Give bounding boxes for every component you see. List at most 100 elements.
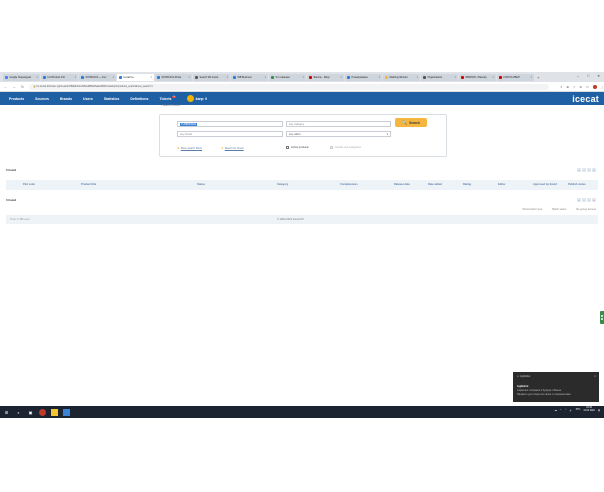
batch-select-link[interactable]: Batch select <box>552 208 566 211</box>
tab-close-icon[interactable]: × <box>113 76 114 79</box>
editor-select[interactable]: Any editor ▾ <box>286 131 391 137</box>
app-icon[interactable] <box>63 408 70 416</box>
maximize-button[interactable]: □ <box>587 74 589 78</box>
part-code-input[interactable]: TU38003202 <box>177 121 283 127</box>
tab-close-icon[interactable]: × <box>493 76 494 79</box>
browser-tab[interactable]: Search Wit Icecat × <box>193 73 230 81</box>
pager-first-button[interactable]: « <box>577 168 581 172</box>
user-menu[interactable]: karp: 0 <box>186 95 207 102</box>
nav-sources[interactable]: Sources <box>35 97 49 101</box>
network-icon[interactable]: ⌔ <box>565 409 567 412</box>
icecat-logo[interactable]: icecat <box>572 92 599 105</box>
browser-tab[interactable]: SOHAKAYA — Icec × <box>79 73 116 81</box>
profile-avatar-icon[interactable] <box>592 84 597 89</box>
pager-prev-button[interactable]: ‹ <box>582 168 586 172</box>
minimize-button[interactable]: – <box>577 74 579 78</box>
col-completeness[interactable]: Completeness <box>340 180 358 190</box>
more-filters-link[interactable]: ★ More search filters <box>177 146 202 150</box>
show-batch-input-link[interactable]: Show batch input <box>522 208 542 211</box>
feedback-side-tab[interactable] <box>600 311 604 324</box>
language-indicator[interactable]: РУС <box>576 409 581 411</box>
include-sub-option[interactable]: Include sub categories <box>330 146 361 149</box>
forward-icon[interactable]: → <box>13 85 17 89</box>
tab-close-icon[interactable]: × <box>417 76 418 79</box>
zoom-icon[interactable]: ⊕ <box>566 85 569 89</box>
active-products-checkbox[interactable] <box>286 146 289 149</box>
report-for-brand-link[interactable]: ★ Report for brand <box>221 146 244 150</box>
col-rating[interactable]: Rating <box>463 180 471 190</box>
browser-tab[interactable]: Markting Wonder × <box>383 73 420 81</box>
notification-center-icon[interactable]: ▤ <box>598 409 600 412</box>
back-icon[interactable]: ← <box>4 85 8 89</box>
browser-tab[interactable]: Фасоль - Мкпр × <box>307 73 344 81</box>
category-input[interactable]: Any category <box>286 121 391 127</box>
clock[interactable]: 10:44 12.04.2022 <box>583 407 595 413</box>
close-icon[interactable]: ✕ <box>594 375 596 378</box>
include-sub-checkbox[interactable] <box>330 146 333 149</box>
sidebar-icon[interactable]: ▭ <box>586 85 589 89</box>
breadcrumb-current[interactable]: Search product <box>163 104 181 107</box>
tab-close-icon[interactable]: × <box>341 76 342 79</box>
col-product-title[interactable]: Product title <box>81 180 96 190</box>
col-approved-by-brand[interactable]: Approved by brand <box>533 180 557 190</box>
col-date-added[interactable]: Date added <box>428 180 442 190</box>
extensions-icon[interactable]: ⧉ <box>580 85 582 89</box>
browser-tab[interactable]: Google Переводчик × <box>3 73 40 81</box>
browser-tab[interactable]: ИВАНИЯ - Ювелир × <box>459 73 496 81</box>
url-field[interactable]: 🔒 bo.icecat.biz/index.cgi?sessid=8f6a0b1… <box>28 83 549 90</box>
close-window-button[interactable]: ✕ <box>597 74 600 78</box>
col-category[interactable]: Category <box>277 180 288 190</box>
pager-last-button[interactable]: » <box>592 168 596 172</box>
tab-close-icon[interactable]: × <box>265 76 266 79</box>
col-publish-status[interactable]: Publish status <box>568 180 586 190</box>
notification-toast[interactable]: ✒ Lightshot ✕ Lightshot Скриншот сохранён… <box>513 372 599 402</box>
browser-tab[interactable]: Что означает × <box>269 73 306 81</box>
reload-icon[interactable]: ↻ <box>21 85 24 89</box>
windows-start-icon[interactable]: ⊞ <box>3 409 10 416</box>
weather-icon[interactable]: ☁ <box>554 409 556 412</box>
pager-prev-button[interactable]: ‹ <box>582 198 586 202</box>
col-status[interactable]: Status <box>197 180 205 190</box>
pager-first-button[interactable]: « <box>577 198 581 202</box>
tab-close-icon[interactable]: × <box>379 76 380 79</box>
tab-close-icon[interactable]: × <box>75 76 76 79</box>
nav-users[interactable]: Users <box>83 97 93 101</box>
col-release-date[interactable]: Release date <box>394 180 410 190</box>
browser-tab[interactable]: SOHAKAYA Produ × <box>155 73 192 81</box>
tab-close-icon[interactable]: × <box>189 76 190 79</box>
tab-close-icon[interactable]: × <box>151 76 152 79</box>
pager-next-button[interactable]: › <box>587 198 591 202</box>
tab-close-icon[interactable]: × <box>455 76 456 79</box>
brand-input[interactable]: Any brand <box>177 131 283 137</box>
volume-icon[interactable]: 🔈 <box>570 409 573 412</box>
search-icon[interactable]: ⌕ <box>15 409 22 416</box>
tab-close-icon[interactable]: × <box>531 76 532 79</box>
col-editor[interactable]: Editor <box>498 180 506 190</box>
active-products-option[interactable]: Active products <box>286 146 309 149</box>
browser-menu-icon[interactable]: ⋮ <box>601 85 604 89</box>
nav-products[interactable]: Products <box>9 97 24 101</box>
nav-tickets[interactable]: Tickets 3 <box>159 96 176 101</box>
file-explorer-icon[interactable] <box>51 408 58 416</box>
new-tab-button[interactable]: + <box>537 75 539 80</box>
browser-tab[interactable]: Icecat Ice × <box>117 73 154 81</box>
opera-browser-icon[interactable] <box>39 408 46 416</box>
nav-brands[interactable]: Brands <box>60 97 72 101</box>
nav-definitions[interactable]: Definitions <box>130 97 148 101</box>
pager-last-button[interactable]: » <box>592 198 596 202</box>
tab-close-icon[interactable]: × <box>227 76 228 79</box>
browser-tab[interactable]: Organizations × <box>421 73 458 81</box>
browser-tab[interactable]: WB Business × <box>231 73 268 81</box>
browser-tab[interactable]: Планирование × <box>345 73 382 81</box>
share-icon[interactable]: ⇪ <box>560 85 563 89</box>
bookmark-star-icon[interactable]: ☆ <box>573 85 576 89</box>
tab-close-icon[interactable]: × <box>303 76 304 79</box>
nav-statistics[interactable]: Statistics <box>104 97 120 101</box>
chevron-up-icon[interactable]: ⌃ <box>560 409 562 412</box>
col-part-code[interactable]: Part code <box>23 180 35 190</box>
regroup-access-link[interactable]: Re-group access <box>576 208 596 211</box>
pager-next-button[interactable]: › <box>587 168 591 172</box>
task-view-icon[interactable]: ▣ <box>27 409 34 416</box>
tab-close-icon[interactable]: × <box>37 76 38 79</box>
browser-tab[interactable]: Full Product Info × <box>41 73 78 81</box>
